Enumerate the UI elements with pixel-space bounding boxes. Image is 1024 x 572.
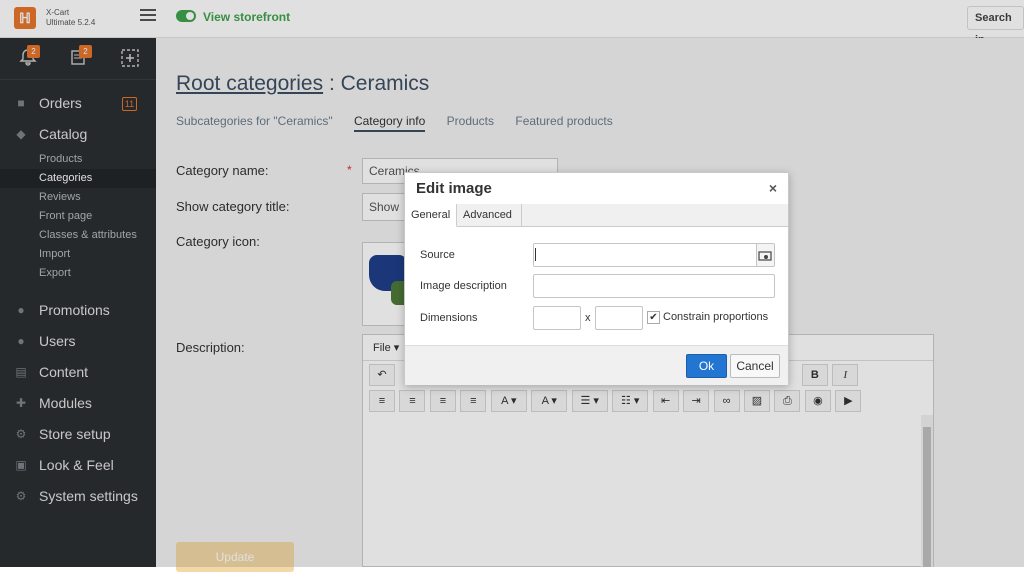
dialog-footer: Ok Cancel — [405, 345, 788, 385]
browse-image-icon[interactable] — [756, 243, 775, 267]
image-description-input[interactable] — [533, 274, 775, 298]
image-description-label: Image description — [420, 280, 507, 292]
ok-button[interactable]: Ok — [686, 354, 727, 378]
constrain-proportions-checkbox[interactable]: ✔ — [647, 311, 660, 324]
constrain-proportions-label: Constrain proportions — [663, 311, 769, 323]
app-root: ℍ X-Cart Ultimate 5.2.4 View storefront … — [0, 0, 1024, 572]
close-icon[interactable]: × — [769, 180, 777, 196]
edit-image-dialog: Edit image × General Advanced Source Ima… — [404, 172, 789, 385]
source-input[interactable] — [533, 243, 758, 267]
width-input[interactable] — [533, 306, 581, 330]
dimensions-separator: x — [585, 312, 591, 324]
dialog-title: Edit image — [416, 180, 492, 197]
source-label: Source — [420, 249, 455, 261]
tab-advanced[interactable]: Advanced — [457, 204, 522, 227]
dialog-tabs: General Advanced — [405, 204, 788, 227]
text-cursor — [535, 248, 536, 261]
cancel-button[interactable]: Cancel — [730, 354, 780, 378]
tab-general[interactable]: General — [405, 204, 457, 227]
dimensions-label: Dimensions — [420, 312, 478, 324]
height-input[interactable] — [595, 306, 643, 330]
